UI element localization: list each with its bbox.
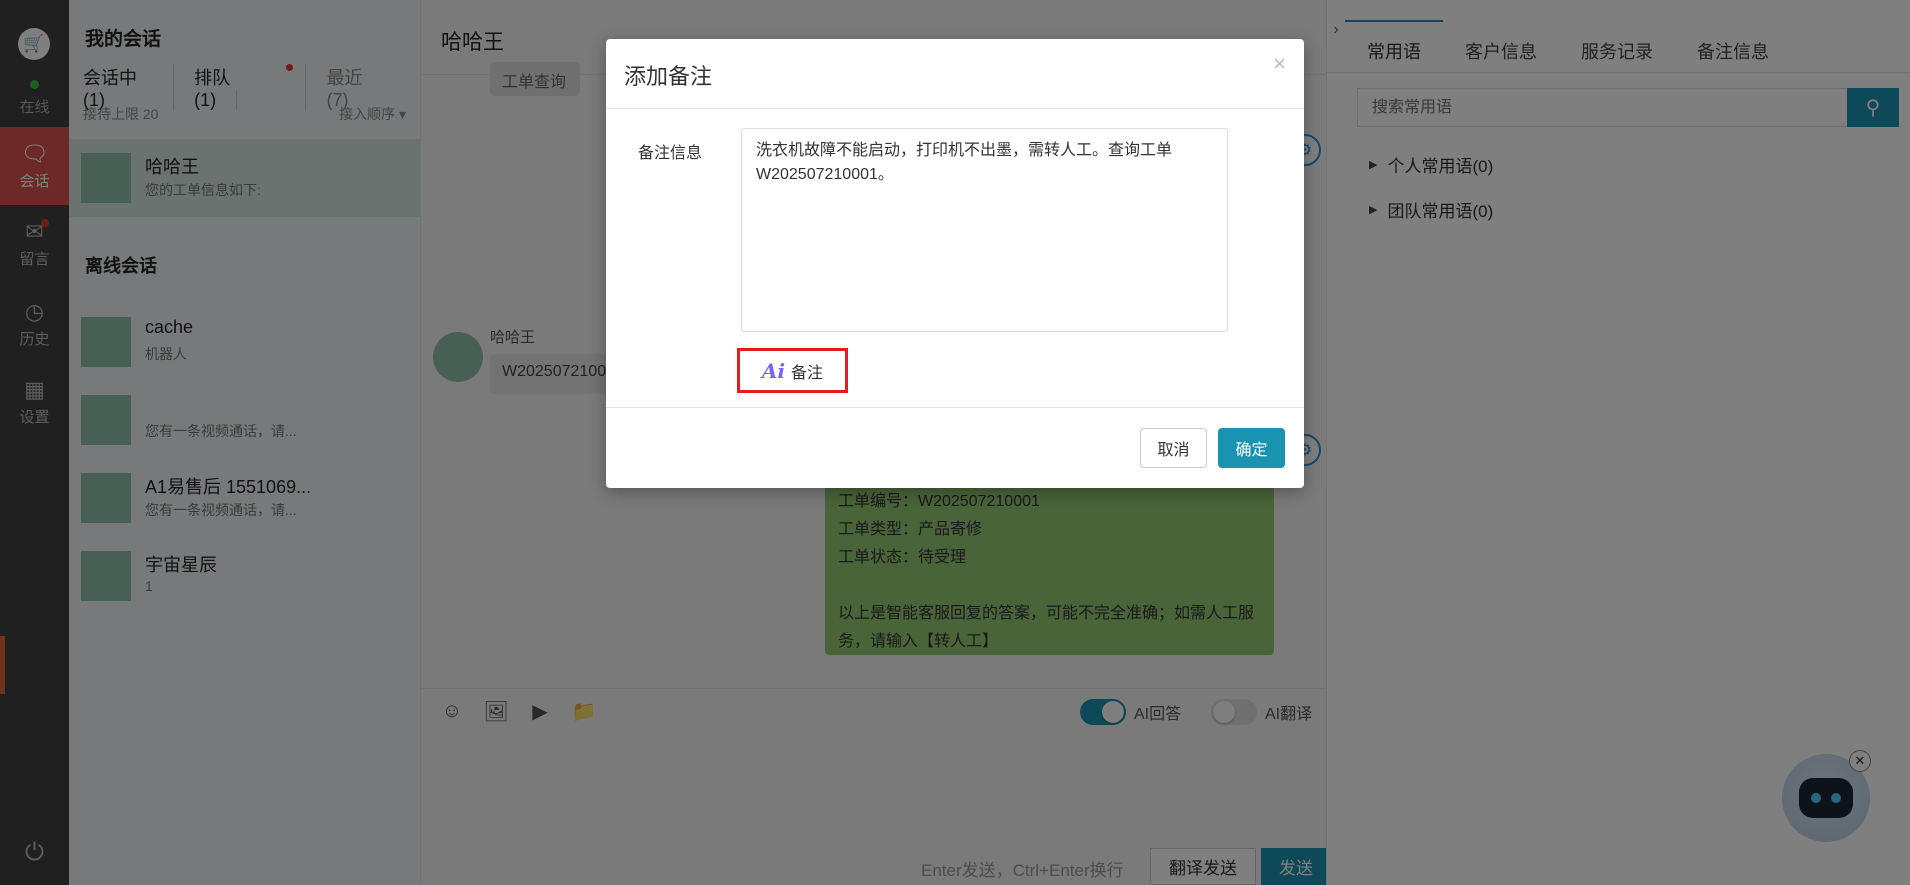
note-field-label: 备注信息 [638,145,703,162]
close-icon[interactable]: × [1273,51,1286,77]
note-textarea[interactable]: 洗衣机故障不能启动，打印机不出墨，需转人工。查询工单W202507210001。 [741,128,1228,332]
confirm-button[interactable]: 确定 [1218,428,1285,468]
cancel-button[interactable]: 取消 [1140,428,1207,468]
divider [606,108,1304,109]
add-note-dialog: 添加备注 × 备注信息 洗衣机故障不能启动，打印机不出墨，需转人工。查询工单W2… [606,39,1304,488]
ai-note-label: 备注 [791,364,824,382]
divider [606,407,1304,408]
ai-icon: Ai [761,358,786,383]
app-root: 🛒 在线 🗨 会话 ✉ 留言 ◷ 历史 ▦ 设置 ⏻ 我的会话 会话中(1) 排… [0,0,1910,885]
dialog-title: 添加备注 [624,64,713,89]
ai-note-button[interactable]: Ai 备注 [737,348,848,393]
